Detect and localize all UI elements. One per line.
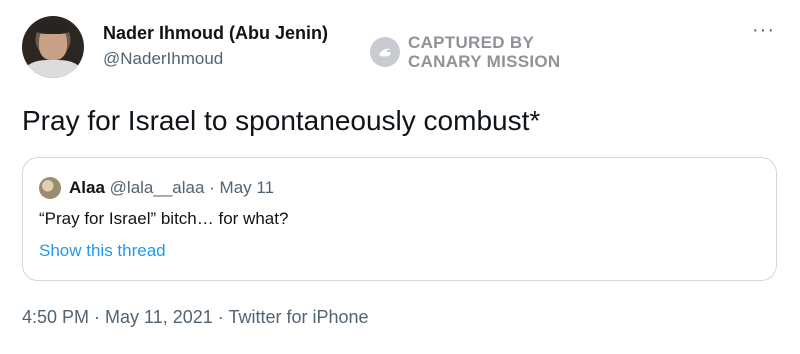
watermark-line-2: CANARY MISSION — [408, 52, 561, 71]
quoted-tweet-card[interactable]: Alaa @lala__alaa · May 11 “Pray for Isra… — [22, 157, 777, 281]
footer-separator-1: · — [89, 307, 106, 327]
author-display-name[interactable]: Nader Ihmoud (Abu Jenin) — [103, 22, 328, 44]
tweet-date[interactable]: May 11, 2021 — [105, 307, 213, 327]
quoted-separator: · — [204, 178, 220, 197]
canary-bird-icon — [370, 37, 400, 67]
author-avatar[interactable] — [22, 16, 84, 78]
tweet-source[interactable]: Twitter for iPhone — [228, 307, 368, 327]
tweet-text: Pray for Israel to spontaneously combust… — [22, 105, 541, 136]
quoted-tweet-header: Alaa @lala__alaa · May 11 — [69, 177, 274, 199]
avatar-hair — [36, 20, 70, 34]
tweet-footer: 4:50 PM · May 11, 2021 · Twitter for iPh… — [22, 306, 369, 328]
avatar-shoulders — [24, 60, 82, 78]
quoted-tweet-date[interactable]: May 11 — [220, 178, 275, 197]
show-thread-link[interactable]: Show this thread — [39, 240, 166, 262]
watermark-line-1: CAPTURED BY — [408, 33, 535, 52]
quoted-author-handle[interactable]: @lala__alaa — [110, 178, 205, 197]
quoted-author-avatar[interactable] — [39, 177, 61, 199]
tweet-time[interactable]: 4:50 PM — [22, 307, 89, 327]
quoted-author-name[interactable]: Alaa — [69, 178, 105, 197]
footer-separator-2: · — [212, 307, 229, 327]
more-options-icon[interactable]: ··· — [752, 20, 775, 40]
quoted-tweet-text: “Pray for Israel” bitch… for what? — [39, 209, 289, 228]
author-handle[interactable]: @NaderIhmoud — [103, 48, 223, 70]
canary-mission-watermark: CAPTURED BY CANARY MISSION — [370, 33, 561, 71]
